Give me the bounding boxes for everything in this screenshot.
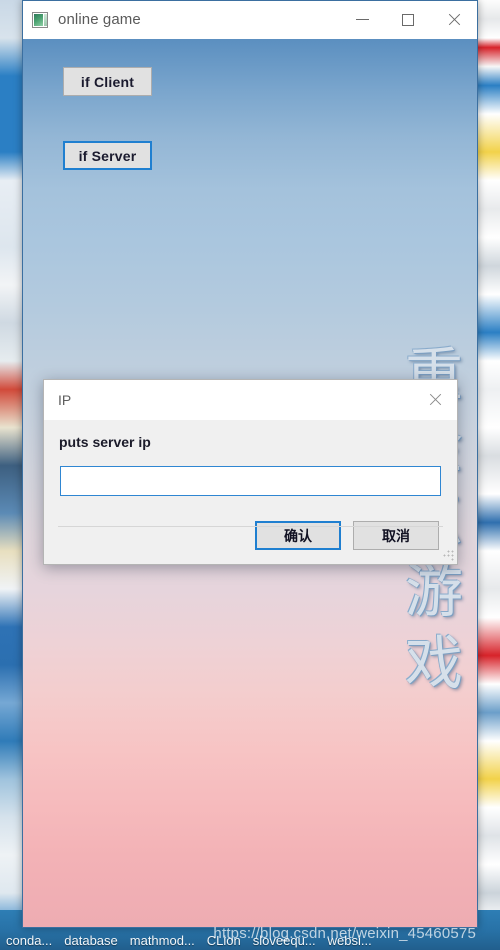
game-client-area: 重 金 点 游 戏 if Client if Server IP <box>23 39 477 927</box>
close-icon <box>428 393 442 407</box>
taskbar-item[interactable]: sloveequ... <box>247 933 322 948</box>
taskbar-item[interactable]: CLion <box>201 933 247 948</box>
confirm-button-label: 确认 <box>284 528 312 545</box>
taskbar-item[interactable]: mathmod... <box>124 933 201 948</box>
minimize-button[interactable] <box>339 1 385 38</box>
dialog-prompt-label: puts server ip <box>59 434 151 450</box>
dialog-body: puts server ip <box>44 420 457 527</box>
ip-input-dialog: IP puts server ip 确认 取消 <box>43 379 458 565</box>
taskbar-item[interactable]: websi... <box>322 933 378 948</box>
dialog-titlebar[interactable]: IP <box>44 380 457 420</box>
dialog-divider <box>58 526 443 527</box>
dialog-title: IP <box>58 392 72 408</box>
taskbar-item[interactable]: conda... <box>0 933 58 948</box>
minimize-icon <box>355 19 369 20</box>
server-ip-input[interactable] <box>60 466 441 496</box>
app-window-icon <box>32 11 48 28</box>
if-server-button-label: if Server <box>78 147 137 164</box>
browser-bookmarks-right-strip <box>478 0 500 950</box>
window-title: online game <box>58 11 141 28</box>
taskbar-item[interactable]: database <box>58 933 124 948</box>
window-controls <box>339 1 477 38</box>
wallpaper-glyph: 戏 <box>404 629 463 697</box>
if-client-button[interactable]: if Client <box>63 67 152 96</box>
dialog-close-button[interactable] <box>413 380 457 420</box>
wallpaper-glyph: 游 <box>404 557 463 625</box>
online-game-window: online game 重 金 点 游 戏 <box>22 0 478 928</box>
if-server-button[interactable]: if Server <box>63 141 152 170</box>
maximize-icon <box>402 13 414 26</box>
window-titlebar[interactable]: online game <box>23 1 477 39</box>
desktop-icons-left-strip <box>0 0 22 950</box>
cancel-button-label: 取消 <box>382 528 410 545</box>
close-icon <box>447 13 461 27</box>
dialog-actions: 确认 取消 <box>44 521 457 564</box>
if-client-button-label: if Client <box>80 73 135 90</box>
maximize-button[interactable] <box>385 1 431 38</box>
close-window-button[interactable] <box>431 1 477 38</box>
resize-grip[interactable] <box>443 550 454 561</box>
desktop-screen: conda... database mathmod... CLion slove… <box>0 0 500 950</box>
